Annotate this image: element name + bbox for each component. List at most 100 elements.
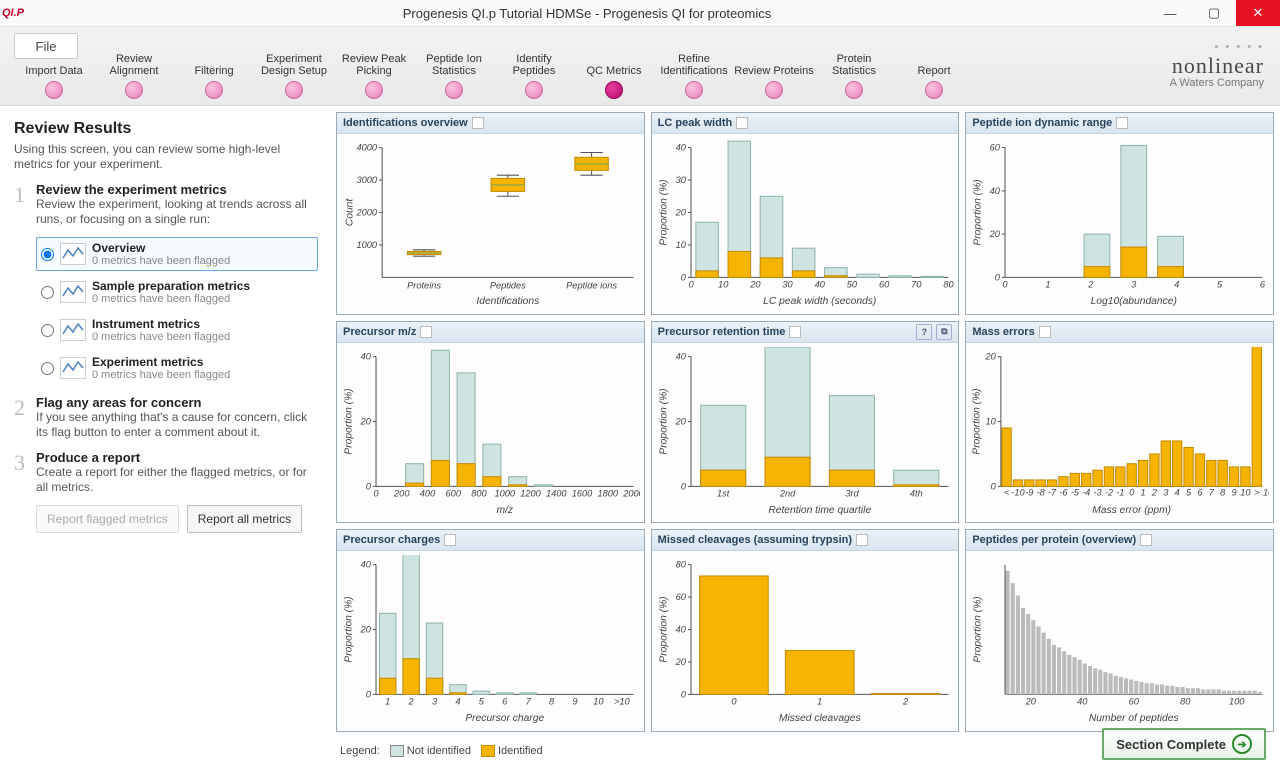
popout-icon[interactable]: ⧉ <box>936 324 952 340</box>
chart-body: 0204002004006008001000120014001600180020… <box>337 343 644 523</box>
card-title: Precursor charges <box>343 534 440 546</box>
workflow-step-dot-icon <box>605 81 623 99</box>
flag-icon[interactable] <box>789 326 801 338</box>
svg-text:80: 80 <box>675 560 686 570</box>
svg-text:1400: 1400 <box>546 488 567 498</box>
radio-input[interactable] <box>41 324 54 337</box>
svg-text:100: 100 <box>1229 697 1245 707</box>
workflow-step-refine-identifications[interactable]: Refine Identifications <box>654 45 734 99</box>
workflow-step-review-peak-picking[interactable]: Review Peak Picking <box>334 45 414 99</box>
svg-text:40: 40 <box>1077 697 1088 707</box>
workflow-step-label: Review Proteins <box>734 45 813 77</box>
app-icon: QI.P <box>0 0 26 26</box>
metric-view-radio-experiment-metrics[interactable]: Experiment metrics0 metrics have been fl… <box>36 351 318 385</box>
svg-text:Missed cleavages: Missed cleavages <box>779 713 861 724</box>
svg-text:1: 1 <box>1046 280 1051 290</box>
workflow-step-filtering[interactable]: Filtering <box>174 45 254 99</box>
radio-input[interactable] <box>41 362 54 375</box>
svg-text:6: 6 <box>502 697 508 707</box>
workflow-step-label: Review Peak Picking <box>334 45 414 77</box>
step-number: 1 <box>14 182 36 227</box>
sidebar-heading: Review Results <box>14 120 318 138</box>
file-menu-button[interactable]: File <box>14 33 78 59</box>
legend-text: Not identified <box>407 745 471 757</box>
svg-text:0: 0 <box>1003 280 1009 290</box>
radio-input[interactable] <box>41 286 54 299</box>
flag-icon[interactable] <box>736 117 748 129</box>
svg-text:50: 50 <box>846 280 857 290</box>
svg-text:20: 20 <box>985 351 997 361</box>
step-number: 3 <box>14 450 36 495</box>
chart-thumb-icon <box>60 357 86 379</box>
workflow-step-experiment-design-setup[interactable]: Experiment Design Setup <box>254 45 334 99</box>
svg-text:0: 0 <box>731 697 737 707</box>
window-close-button[interactable]: ✕ <box>1236 0 1280 26</box>
window-maximize-button[interactable]: ▢ <box>1192 0 1236 26</box>
svg-text:4th: 4th <box>910 488 923 498</box>
flag-icon[interactable] <box>1039 326 1051 338</box>
chart-thumb-icon <box>60 319 86 341</box>
workflow-step-review-proteins[interactable]: Review Proteins <box>734 45 814 99</box>
flag-icon[interactable] <box>1116 117 1128 129</box>
svg-text:0: 0 <box>373 488 379 498</box>
report-all-button[interactable]: Report all metrics <box>187 505 302 533</box>
workflow-step-review-alignment[interactable]: Review Alignment <box>94 45 174 99</box>
brand-name: nonlinear <box>1170 53 1264 79</box>
step-number: 2 <box>14 395 36 440</box>
chart-card-id_overview: Identifications overview 100020003000400… <box>336 112 645 315</box>
svg-text:-8: -8 <box>1037 487 1046 497</box>
window-minimize-button[interactable]: — <box>1148 0 1192 26</box>
workflow-step-label: Review Alignment <box>94 45 174 77</box>
workflow-step-qc-metrics[interactable]: QC Metrics <box>574 45 654 99</box>
svg-text:0: 0 <box>688 280 694 290</box>
title-bar: QI.P Progenesis QI.p Tutorial HDMSe - Pr… <box>0 0 1280 27</box>
svg-text:7: 7 <box>1209 487 1215 497</box>
svg-text:20: 20 <box>674 657 686 667</box>
charts-grid: Identifications overview 100 0 200 0 30 0 0 40 0… <box>330 106 1280 770</box>
svg-text:9: 9 <box>1232 487 1237 497</box>
chart-body: 20406080100Number of peptidesProportion … <box>966 551 1273 731</box>
card-header: Identifications overview <box>337 113 644 134</box>
flag-icon[interactable] <box>856 534 868 546</box>
chart-card-mass_err: Mass errors 01020<-10-9-8-7-6-5-4-3-2-10… <box>965 321 1274 524</box>
card-title: Peptide ion dynamic range <box>972 117 1112 129</box>
svg-text:4: 4 <box>1174 280 1179 290</box>
legend-swatch-not-identified <box>390 745 404 757</box>
card-title: Missed cleavages (assuming trypsin) <box>658 534 852 546</box>
svg-text:0: 0 <box>991 481 997 491</box>
workflow-step-report[interactable]: Report <box>894 45 974 99</box>
report-flagged-button[interactable]: Report flagged metrics <box>36 505 179 533</box>
svg-text:Peptides: Peptides <box>490 281 526 291</box>
workflow-step-label: Experiment Design Setup <box>254 45 334 77</box>
svg-text:200: 200 <box>393 488 410 498</box>
svg-text:3: 3 <box>1164 487 1170 497</box>
chart-card-lc_peak: LC peak width 01020304001020304050607080… <box>651 112 960 315</box>
help-icon[interactable]: ? <box>916 324 932 340</box>
metric-view-radio-sample-preparation-metrics[interactable]: Sample preparation metrics0 metrics have… <box>36 275 318 309</box>
workflow-step-protein-statistics[interactable]: Protein Statistics <box>814 45 894 99</box>
metric-view-radio-instrument-metrics[interactable]: Instrument metrics0 metrics have been fl… <box>36 313 318 347</box>
workflow-step-dot-icon <box>45 81 63 99</box>
flag-icon[interactable] <box>444 534 456 546</box>
flag-icon[interactable] <box>472 117 484 129</box>
card-header: Peptide ion dynamic range <box>966 113 1273 134</box>
flag-icon[interactable] <box>420 326 432 338</box>
step3-desc: Create a report for either the flagged m… <box>36 465 318 495</box>
svg-text:-7: -7 <box>1048 487 1057 497</box>
metric-view-radio-overview[interactable]: Overview0 metrics have been flagged <box>36 237 318 271</box>
section-complete-button[interactable]: Section Complete ➔ <box>1102 728 1266 760</box>
radio-label: Instrument metrics0 metrics have been fl… <box>92 317 230 343</box>
svg-text:Proportion (%): Proportion (%) <box>973 179 984 245</box>
svg-text:2nd: 2nd <box>779 488 796 498</box>
workflow-step-label: Identify Peptides <box>494 45 574 77</box>
svg-text:80: 80 <box>1180 697 1191 707</box>
svg-text:10: 10 <box>593 697 604 707</box>
workflow-step-peptide-ion-statistics[interactable]: Peptide Ion Statistics <box>414 45 494 99</box>
svg-text:4: 4 <box>1175 487 1180 497</box>
radio-input[interactable] <box>41 248 54 261</box>
flag-icon[interactable] <box>1140 534 1152 546</box>
svg-text:30: 30 <box>782 280 793 290</box>
svg-text:40: 40 <box>675 143 686 153</box>
workflow-step-identify-peptides[interactable]: Identify Peptides <box>494 45 574 99</box>
svg-text:2: 2 <box>1151 487 1158 497</box>
